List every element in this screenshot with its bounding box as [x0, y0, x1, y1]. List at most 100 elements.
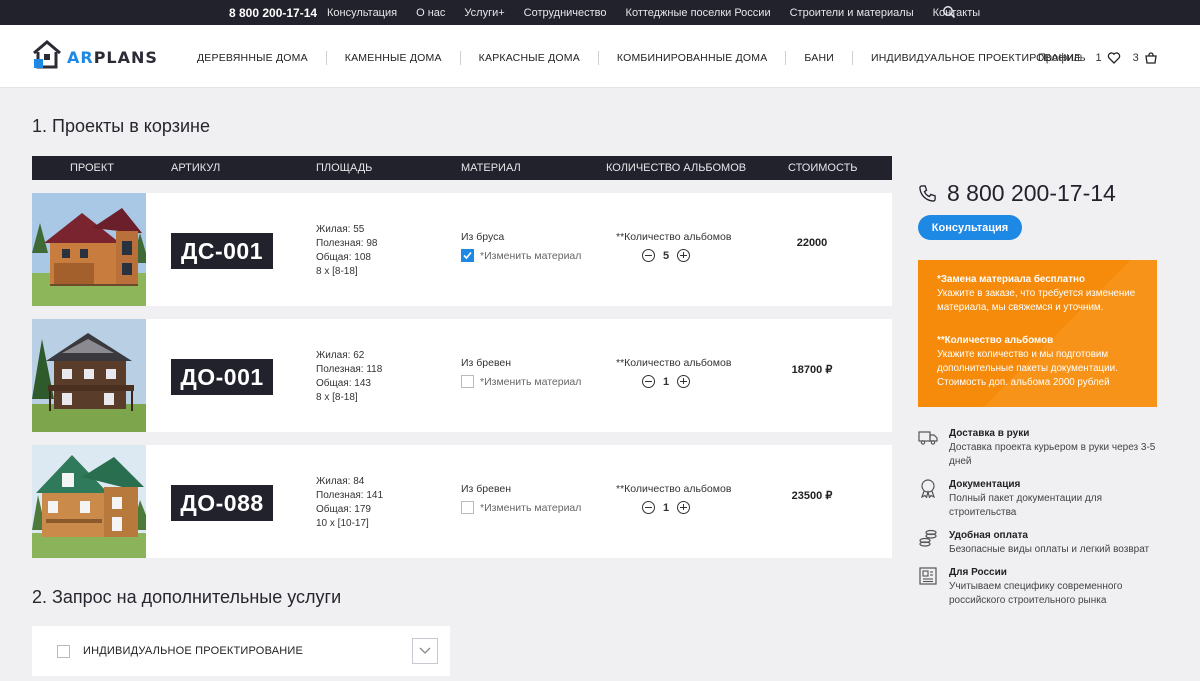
material-cell: Из бревен *Изменить материал — [461, 483, 581, 514]
nav-divider — [459, 51, 461, 65]
nav-baths[interactable]: БАНИ — [804, 52, 834, 64]
project-code[interactable]: ДО-088 — [171, 485, 273, 521]
area-useful: Полезная: 98 — [316, 238, 378, 249]
nav-stone-houses[interactable]: КАМЕННЫЕ ДОМА — [345, 52, 442, 64]
area-useful: Полезная: 141 — [316, 490, 384, 501]
col-material: МАТЕРИАЛ — [461, 162, 521, 174]
coins-icon — [919, 529, 937, 547]
top-nav-cooperation[interactable]: Сотрудничество — [524, 7, 607, 19]
area-total: Общая: 179 — [316, 504, 371, 515]
material-name: Из бруса — [461, 231, 505, 243]
minus-icon[interactable] — [642, 375, 655, 388]
albums-stepper: 5 — [642, 249, 731, 262]
change-material-checkbox[interactable] — [461, 249, 474, 262]
nav-combined-houses[interactable]: КОМБИНИРОВАННЫЕ ДОМА — [617, 52, 768, 64]
top-bar: 8 800 200-17-14 Консультация О нас Услуг… — [0, 0, 1200, 25]
change-material-label: *Изменить материал — [480, 249, 582, 262]
change-material-option[interactable]: *Изменить материал — [461, 375, 581, 388]
search-icon[interactable] — [942, 5, 956, 19]
project-photo[interactable] — [32, 319, 146, 432]
house-logo-icon — [33, 40, 61, 69]
nav-divider — [785, 51, 787, 65]
site-logo[interactable]: ARPLANS — [31, 39, 157, 73]
main-header: ARPLANS ДЕРЕВЯННЫЕ ДОМА КАМЕННЫЕ ДОМА КА… — [0, 25, 1200, 88]
plus-icon[interactable] — [677, 249, 690, 262]
material-cell: Из бруса *Изменить материал — [461, 231, 581, 262]
service-item: ИНДИВИДУАЛЬНОЕ ПРОЕКТИРОВАНИЕ — [32, 626, 450, 676]
sidebar-phone[interactable]: 8 800 200-17-14 — [918, 180, 1116, 207]
change-material-label: *Изменить материал — [480, 501, 582, 514]
albums-label: **Количество альбомов — [616, 483, 732, 495]
top-nav-contacts[interactable]: Контакты — [933, 7, 981, 19]
phone-icon — [919, 185, 936, 202]
area-living: Жилая: 62 — [316, 350, 365, 361]
project-photo[interactable] — [32, 445, 146, 558]
project-code[interactable]: ДС-001 — [171, 233, 273, 269]
sidebar-phone-number[interactable]: 8 800 200-17-14 — [947, 180, 1116, 207]
albums-quantity: 1 — [662, 375, 670, 388]
cart-count: 3 — [1132, 52, 1139, 64]
nav-frame-houses[interactable]: КАРКАСНЫЕ ДОМА — [479, 52, 580, 64]
area-living: Жилая: 84 — [316, 476, 365, 487]
service-label: ИНДИВИДУАЛЬНОЕ ПРОЕКТИРОВАНИЕ — [83, 645, 304, 657]
top-nav-about[interactable]: О нас — [416, 7, 445, 19]
top-nav-services[interactable]: Услуги+ — [464, 7, 504, 19]
project-price: 22000 — [796, 237, 828, 249]
plus-icon[interactable] — [677, 375, 690, 388]
change-material-option[interactable]: *Изменить материал — [461, 249, 581, 262]
nav-wooden-houses[interactable]: ДЕРЕВЯННЫЕ ДОМА — [197, 52, 308, 64]
nav-divider — [852, 51, 853, 65]
checkmark-icon — [463, 251, 472, 260]
area-info: Жилая: 62 Полезная: 118 Общая: 143 8 х [… — [316, 349, 382, 405]
area-info: Жилая: 84 Полезная: 141 Общая: 179 10 х … — [316, 475, 383, 531]
albums-quantity: 1 — [662, 501, 670, 514]
albums-quantity: 5 — [662, 249, 670, 262]
plus-icon[interactable] — [677, 501, 690, 514]
table-header: ПРОЕКТ АРТИКУЛ ПЛОЩАДЬ МАТЕРИАЛ КОЛИЧЕСТ… — [32, 156, 892, 180]
top-nav-villages[interactable]: Коттеджные поселки России — [626, 7, 771, 19]
area-living: Жилая: 55 — [316, 224, 365, 235]
albums-cell: **Количество альбомов 1 — [616, 483, 731, 514]
cart-icon[interactable] — [1144, 51, 1158, 65]
albums-cell: **Количество альбомов 5 — [616, 231, 731, 262]
col-area: ПЛОЩАДЬ — [316, 162, 373, 174]
area-total: Общая: 143 — [316, 378, 371, 389]
promo-text-material: Укажите в заказе, что требуется изменени… — [937, 288, 1136, 313]
minus-icon[interactable] — [642, 501, 655, 514]
albums-stepper: 1 — [642, 375, 731, 388]
change-material-checkbox[interactable] — [461, 375, 474, 388]
feature-title: Документация — [949, 479, 1021, 490]
project-code[interactable]: ДО-001 — [171, 359, 273, 395]
feature-text: Полный пакет документации для строительс… — [949, 493, 1103, 518]
chevron-down-icon — [419, 647, 431, 654]
area-size: 8 х [8-18] — [316, 266, 358, 277]
main-nav: ДЕРЕВЯННЫЕ ДОМА КАМЕННЫЕ ДОМА КАРКАСНЫЕ … — [197, 51, 1081, 65]
top-nav-consultation[interactable]: Консультация — [327, 7, 397, 19]
feature-text: Доставка проекта курьером в руки через 3… — [949, 442, 1156, 467]
change-material-label: *Изменить материал — [480, 375, 582, 388]
change-material-checkbox[interactable] — [461, 501, 474, 514]
change-material-option[interactable]: *Изменить материал — [461, 501, 581, 514]
feature-text: Безопасные виды оплаты и легкий возврат — [949, 544, 1150, 555]
heart-icon[interactable] — [1107, 51, 1121, 65]
promo-text-albums: Укажите количество и мы подготовим допол… — [937, 349, 1118, 388]
area-size: 10 х [10-17] — [316, 518, 369, 529]
user-area: Профиль 1 3 — [1038, 51, 1158, 65]
top-nav-builders[interactable]: Строители и материалы — [790, 7, 914, 19]
albums-stepper: 1 — [642, 501, 731, 514]
truck-icon — [918, 431, 938, 445]
expand-toggle[interactable] — [412, 638, 438, 664]
section-title-services: 2. Запрос на дополнительные услуги — [32, 587, 342, 607]
feature-title: Для России — [949, 567, 1007, 578]
col-albums: КОЛИЧЕСТВО АЛЬБОМОВ — [606, 162, 747, 174]
project-photo[interactable] — [32, 193, 146, 306]
top-phone-link[interactable]: 8 800 200-17-14 — [229, 6, 317, 20]
consultation-button[interactable]: Консультация — [918, 215, 1022, 240]
promo-title-material: *Замена материала бесплатно — [937, 274, 1085, 285]
minus-icon[interactable] — [642, 249, 655, 262]
service-checkbox[interactable] — [57, 645, 70, 658]
project-price: 18700 ₽ — [791, 364, 833, 376]
top-nav: Консультация О нас Услуги+ Сотрудничеств… — [327, 7, 980, 19]
profile-link[interactable]: Профиль — [1038, 52, 1086, 64]
table-row: ДО-088 Жилая: 84 Полезная: 141 Общая: 17… — [32, 445, 892, 558]
